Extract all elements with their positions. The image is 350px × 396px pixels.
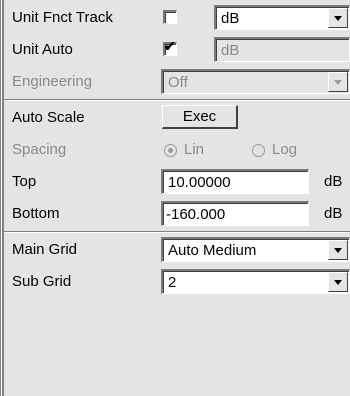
row-auto-scale: Auto Scale Exec (6, 102, 350, 133)
check-icon: ✔ (164, 38, 176, 54)
top-input[interactable]: 10.00000 (161, 169, 309, 194)
row-unit-fnct-track: Unit Fnct Track dB (6, 2, 350, 33)
spacing-lin-label: Lin (184, 141, 205, 158)
main-grid-dropdown-value: Auto Medium (168, 242, 257, 259)
bottom-label: Bottom (12, 205, 60, 222)
top-label: Top (12, 173, 37, 190)
engineering-dropdown-value: Off (168, 74, 188, 91)
chevron-down-icon (328, 72, 348, 92)
chevron-down-icon[interactable] (328, 8, 348, 28)
divider (4, 231, 350, 233)
main-grid-label: Main Grid (12, 241, 78, 258)
unit-auto-label: Unit Auto (12, 41, 73, 58)
unit-auto-dropdown-value: dB (221, 42, 240, 59)
unit-auto-checkbox[interactable]: ✔ (163, 38, 177, 56)
unit-fnct-track-dropdown[interactable]: dB (214, 5, 350, 30)
bottom-value: -160.000 (166, 206, 226, 223)
spacing-label: Spacing (12, 141, 67, 158)
panel-left-border (0, 0, 4, 396)
engineering-label: Engineering (12, 73, 93, 90)
settings-panel: Unit Fnct Track dB Unit Auto ✔ dB Engine… (0, 0, 350, 396)
main-grid-dropdown[interactable]: Auto Medium (161, 237, 350, 262)
engineering-dropdown: Off (161, 69, 350, 94)
bottom-input[interactable]: -160.000 (161, 201, 309, 226)
sub-grid-dropdown[interactable]: 2 (161, 269, 350, 294)
spacing-lin-radio (164, 144, 177, 157)
top-value: 10.00000 (168, 174, 231, 191)
top-unit: dB (324, 173, 343, 190)
sub-grid-label: Sub Grid (12, 273, 72, 290)
bottom-unit: dB (324, 205, 343, 222)
spacing-log-label: Log (272, 141, 298, 158)
row-engineering: Engineering Off (6, 66, 350, 97)
sub-grid-dropdown-value: 2 (168, 274, 177, 291)
auto-scale-exec-button[interactable]: Exec (162, 105, 238, 129)
unit-fnct-track-dropdown-value: dB (221, 10, 240, 27)
row-bottom: Bottom -160.000 dB (6, 198, 350, 229)
row-main-grid: Main Grid Auto Medium (6, 234, 350, 265)
unit-fnct-track-checkbox[interactable] (163, 10, 177, 24)
spacing-log-radio (252, 144, 265, 157)
row-unit-auto: Unit Auto ✔ dB (6, 34, 350, 65)
row-sub-grid: Sub Grid 2 (6, 266, 350, 297)
row-top: Top 10.00000 dB (6, 166, 350, 197)
divider (4, 99, 350, 101)
auto-scale-label: Auto Scale (12, 109, 85, 126)
unit-fnct-track-label: Unit Fnct Track (12, 9, 113, 26)
unit-auto-dropdown: dB (214, 37, 350, 62)
chevron-down-icon[interactable] (328, 240, 348, 260)
row-spacing: Spacing Lin Log (6, 134, 350, 165)
chevron-down-icon[interactable] (328, 272, 348, 292)
